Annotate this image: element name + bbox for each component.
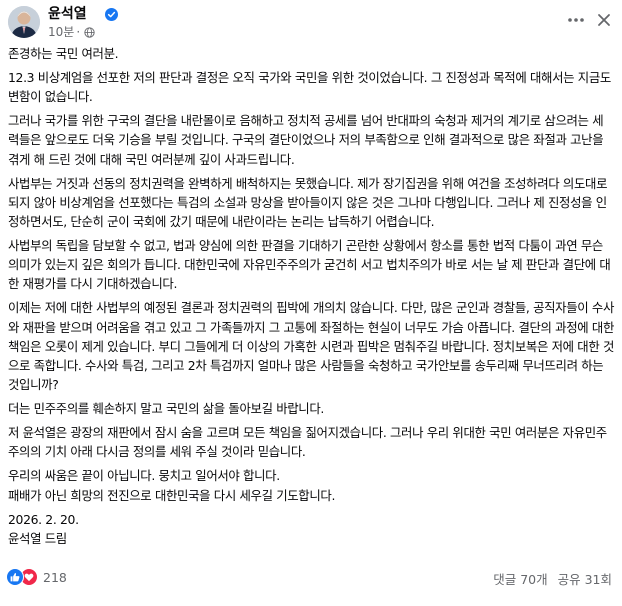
verified-badge-icon — [105, 8, 118, 21]
paragraph-1: 12.3 비상계엄을 선포한 저의 판단과 결정은 오직 국가와 국민을 위한 … — [8, 70, 611, 105]
post-header: 윤석열 10분 · — [4, 4, 618, 40]
more-options-button[interactable] — [564, 8, 588, 32]
reactions-summary[interactable]: 218 — [6, 568, 67, 586]
comments-link[interactable]: 댓글 70개 — [493, 569, 547, 588]
engagement-links: 댓글 70개 공유 31회 — [493, 569, 612, 588]
paragraph-5: 이제는 저에 대한 사법부의 예정된 결론과 정치권력의 핍박에 개의치 않습니… — [8, 300, 615, 393]
paragraph-3: 사법부는 거짓과 선동의 정치권력을 완벽하게 배척하지는 못했습니다. 제가 … — [8, 175, 608, 230]
globe-icon — [84, 26, 95, 38]
paragraph-8: 우리의 싸움은 끝이 아닙니다. 뭉치고 일어서야 합니다. 패배가 아닌 희망… — [8, 468, 336, 503]
close-button[interactable] — [592, 8, 616, 32]
facebook-post: 윤석열 10분 · 존경하는 국민 여러분. 12.3 비상계엄을 선포한 저의… — [0, 0, 622, 606]
post-body: 존경하는 국민 여러분. 12.3 비상계엄을 선포한 저의 판단과 결정은 오… — [8, 44, 614, 553]
like-icon — [6, 568, 24, 586]
shares-link[interactable]: 공유 31회 — [558, 569, 612, 588]
close-icon — [598, 14, 610, 26]
post-meta: 10분 · — [48, 25, 95, 39]
paragraph-4: 사법부의 독립을 담보할 수 없고, 법과 양심에 의한 판결을 기대하기 곤란… — [8, 238, 611, 292]
post-footer: 218 댓글 70개 공유 31회 — [6, 566, 616, 588]
author-avatar[interactable] — [8, 6, 40, 38]
author-name[interactable]: 윤석열 — [48, 6, 87, 23]
reaction-count: 218 — [43, 569, 67, 585]
paragraph-7: 저 윤석열은 광장의 재판에서 잠시 숨을 고르며 모든 책임을 짊어지겠습니다… — [8, 425, 607, 460]
greeting: 존경하는 국민 여러분. — [8, 46, 119, 61]
paragraph-6: 더는 민주주의를 훼손하지 말고 국민의 삶을 돌아보길 바랍니다. — [8, 401, 324, 417]
signature: 2026. 2. 20. 윤석열 드림 — [8, 511, 79, 546]
paragraph-2: 그러나 국가를 위한 구국의 결단을 내란몰이로 음해하고 정치적 공세를 넘어… — [8, 113, 604, 167]
more-horizontal-icon — [568, 18, 584, 22]
post-timestamp[interactable]: 10분 — [48, 25, 74, 39]
meta-separator: · — [76, 25, 81, 39]
